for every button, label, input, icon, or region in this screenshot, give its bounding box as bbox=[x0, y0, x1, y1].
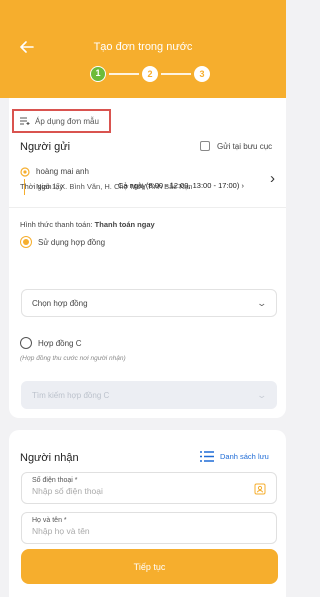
phone-placeholder: Nhập số điện thoại bbox=[32, 486, 103, 496]
phone-label: Số điện thoại * bbox=[32, 477, 78, 484]
contract-c-search[interactable]: Tìm kiếm hợp đồng C ⌄ bbox=[21, 381, 277, 409]
step-1: 1 bbox=[90, 66, 106, 82]
chevron-right-small-icon: › bbox=[241, 181, 244, 190]
radio-selected[interactable] bbox=[20, 236, 32, 248]
location-dot-icon bbox=[20, 167, 30, 177]
template-list-icon bbox=[20, 117, 30, 125]
pickup-time-text: Cả ngày(8:00 - 12:00, 13:00 - 17:00) bbox=[118, 181, 240, 190]
payment-label: Hình thức thanh toán: bbox=[20, 220, 93, 229]
post-office-checkbox[interactable]: Gửi tại bưu cục bbox=[200, 141, 272, 151]
name-field[interactable]: Họ và tên * Nhập họ và tên bbox=[21, 512, 277, 544]
saved-list-label: Danh sách lưu bbox=[220, 452, 269, 461]
contract-select[interactable]: Chọn hợp đồng ⌄ bbox=[21, 289, 277, 317]
use-contract-label: Sử dụng hợp đồng bbox=[38, 237, 106, 247]
stepper: 1 2 3 bbox=[90, 66, 210, 82]
phone-field[interactable]: Số điện thoại * Nhập số điện thoại bbox=[21, 472, 277, 504]
divider bbox=[9, 207, 286, 208]
list-icon bbox=[200, 451, 214, 462]
payment-row: Hình thức thanh toán: Thanh toán ngay bbox=[20, 220, 155, 229]
post-office-label: Gửi tại bưu cục bbox=[217, 141, 273, 151]
app-header: Tạo đơn trong nước 1 2 3 bbox=[0, 0, 286, 98]
continue-button[interactable]: Tiếp tục bbox=[21, 549, 278, 584]
saved-list-link[interactable]: Danh sách lưu bbox=[200, 451, 269, 462]
sender-name: hoàng mai anh bbox=[36, 167, 89, 176]
page-title: Tạo đơn trong nước bbox=[93, 41, 193, 53]
contact-book-icon[interactable] bbox=[254, 483, 266, 495]
step-3: 3 bbox=[194, 66, 210, 82]
chevron-down-icon: ⌄ bbox=[256, 389, 268, 400]
step-2: 2 bbox=[142, 66, 158, 82]
sender-title: Người gửi bbox=[20, 141, 71, 153]
step-connector bbox=[109, 73, 139, 75]
use-contract-radio[interactable]: Sử dụng hợp đồng bbox=[20, 236, 105, 248]
chevron-down-icon: ⌄ bbox=[256, 297, 268, 308]
contract-c-label: Hợp đồng C bbox=[38, 338, 82, 348]
pickup-time-label: Thời gian lấy bbox=[20, 182, 64, 191]
pickup-time-value[interactable]: Cả ngày(8:00 - 12:00, 13:00 - 17:00) › bbox=[118, 181, 244, 190]
checkbox[interactable] bbox=[200, 141, 210, 151]
step-connector bbox=[161, 73, 191, 75]
radio-unselected[interactable] bbox=[20, 337, 32, 349]
name-placeholder: Nhập họ và tên bbox=[32, 526, 90, 536]
apply-template-button[interactable]: Áp dụng đơn mẫu bbox=[12, 109, 111, 133]
apply-template-label: Áp dụng đơn mẫu bbox=[35, 116, 99, 126]
chevron-right-icon: › bbox=[270, 170, 275, 187]
payment-value: Thanh toán ngay bbox=[94, 220, 155, 229]
receiver-title: Người nhận bbox=[20, 452, 79, 464]
contract-select-value: Chọn hợp đồng bbox=[32, 298, 88, 308]
contract-c-radio[interactable]: Hợp đồng C bbox=[20, 337, 82, 349]
contract-c-search-placeholder: Tìm kiếm hợp đồng C bbox=[32, 390, 110, 400]
contract-c-note: (Hợp đồng thu cước nơi người nhận) bbox=[20, 355, 126, 362]
name-label: Họ và tên * bbox=[32, 517, 67, 524]
